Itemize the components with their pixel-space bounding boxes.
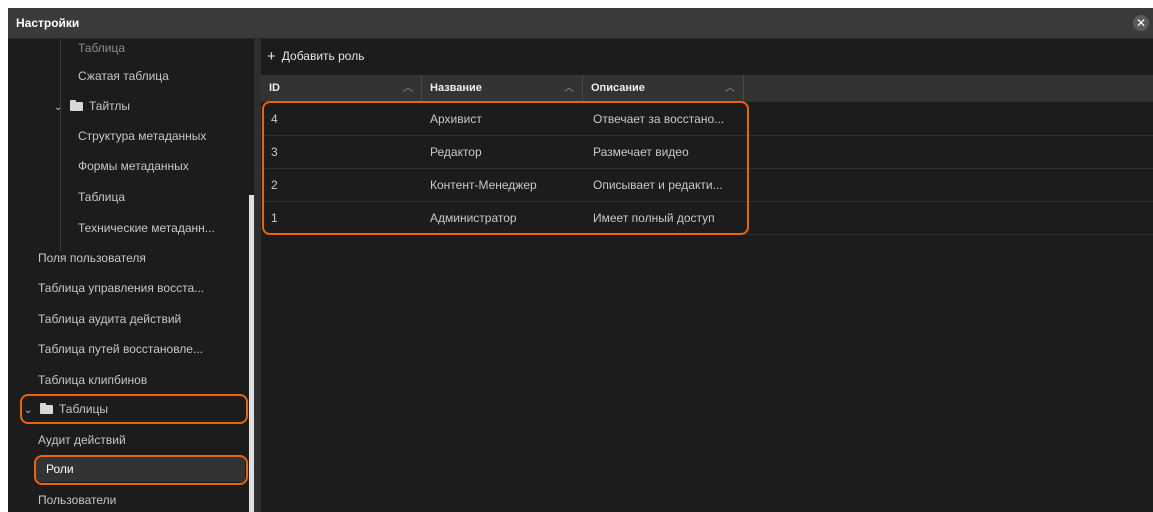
grid-header: ID ︿ Название ︿ Описание ︿	[261, 75, 1153, 102]
sidebar-item-metadata-structure[interactable]: Структура метаданных	[78, 124, 206, 148]
sidebar-item-action-audit[interactable]: Аудит действий	[38, 428, 126, 452]
tree-guide-line	[60, 39, 61, 251]
chevron-down-icon: ⌄	[24, 405, 33, 416]
cell-name: Редактор	[430, 145, 482, 159]
main-toolbar: + Добавить роль	[261, 39, 1153, 71]
sidebar-item-action-audit-table[interactable]: Таблица аудита действий	[38, 307, 181, 331]
chevron-down-icon: ⌄	[54, 102, 63, 113]
sidebar-item-clipbins-table[interactable]: Таблица клипбинов	[38, 368, 147, 392]
sidebar-item-compressed-table[interactable]: Сжатая таблица	[78, 64, 169, 88]
sort-up-icon: ︿	[725, 83, 735, 94]
sidebar-item-tables-folder[interactable]: ⌄ Таблицы	[24, 397, 108, 421]
table-row[interactable]: 4 Архивист Отвечает за восстано...	[261, 103, 1153, 136]
column-header-id[interactable]: ID ︿	[261, 75, 422, 102]
sidebar-item-table[interactable]: Таблица	[78, 185, 125, 209]
cell-name: Контент-Менеджер	[430, 178, 537, 192]
cell-id: 3	[271, 145, 278, 159]
sidebar-item-metadata-forms[interactable]: Формы метаданных	[78, 154, 189, 178]
table-row[interactable]: 2 Контент-Менеджер Описывает и редакти..…	[261, 169, 1153, 202]
sidebar-item-users[interactable]: Пользователи	[38, 488, 116, 512]
cell-id: 1	[271, 211, 278, 225]
sidebar-item-titles-folder[interactable]: ⌄ Тайтлы	[54, 94, 130, 118]
sidebar-item-restore-control-table[interactable]: Таблица управления восста...	[38, 276, 204, 300]
close-icon: ✕	[1135, 16, 1147, 30]
folder-icon	[40, 403, 53, 414]
plus-icon: +	[267, 48, 276, 65]
sidebar-item-table-partial[interactable]: Таблица	[78, 39, 125, 60]
close-button[interactable]: ✕	[1133, 15, 1149, 31]
folder-icon	[70, 100, 83, 111]
add-role-button[interactable]: + Добавить роль	[267, 48, 364, 65]
cell-description: Имеет полный доступ	[593, 211, 715, 225]
window-title: Настройки	[16, 16, 80, 30]
cell-description: Отвечает за восстано...	[593, 112, 725, 126]
panel-divider[interactable]	[254, 39, 261, 512]
cell-name: Администратор	[430, 211, 517, 225]
column-header-name[interactable]: Название ︿	[422, 75, 583, 102]
sort-up-icon: ︿	[564, 83, 574, 94]
cell-description: Описывает и редакти...	[593, 178, 723, 192]
cell-description: Размечает видео	[593, 145, 689, 159]
table-row[interactable]: 1 Администратор Имеет полный доступ	[261, 202, 1153, 235]
title-bar: Настройки ✕	[8, 8, 1153, 39]
sort-up-icon: ︿	[403, 83, 413, 94]
sidebar-item-technical-metadata[interactable]: Технические метаданн...	[78, 216, 215, 240]
cell-name: Архивист	[430, 112, 482, 126]
column-header-description[interactable]: Описание ︿	[583, 75, 744, 102]
table-row[interactable]: 3 Редактор Размечает видео	[261, 136, 1153, 169]
sidebar-item-user-fields[interactable]: Поля пользователя	[38, 246, 146, 270]
sidebar-item-roles[interactable]: Роли	[46, 457, 74, 481]
cell-id: 4	[271, 112, 278, 126]
cell-id: 2	[271, 178, 278, 192]
sidebar-item-restore-paths-table[interactable]: Таблица путей восстановле...	[38, 337, 203, 361]
sidebar: Таблица Сжатая таблица ⌄ Тайтлы Структура…	[8, 39, 253, 512]
